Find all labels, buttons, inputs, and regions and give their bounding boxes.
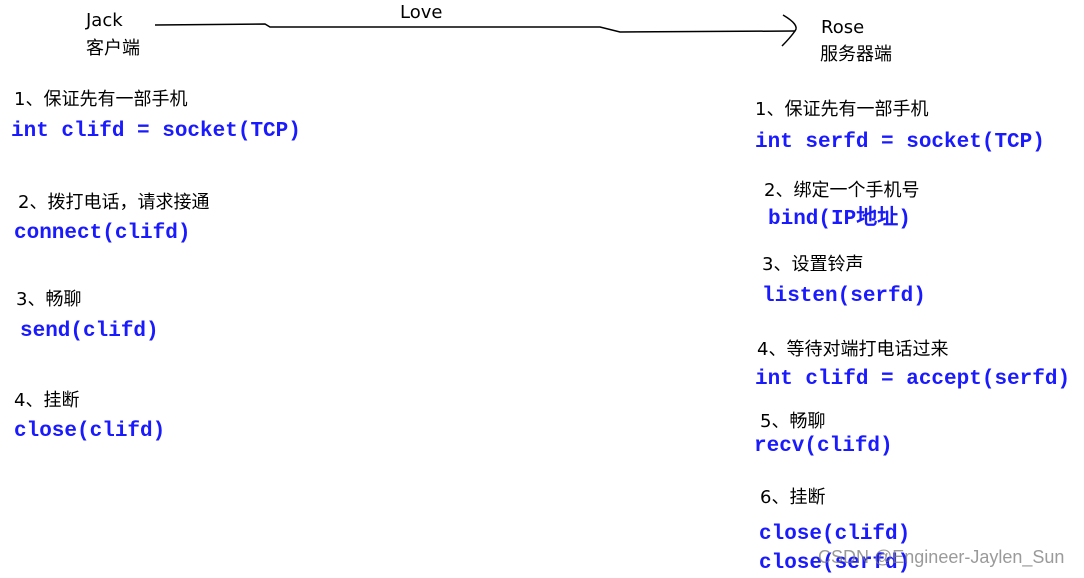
server-role: 服务器端 xyxy=(820,44,892,65)
server-step-3-code: listen(serfd) xyxy=(762,285,926,308)
client-step-3-label: 3、畅聊 xyxy=(16,289,82,310)
client-step-3-code: send(clifd) xyxy=(20,320,159,343)
client-role: 客户端 xyxy=(86,38,140,59)
client-step-4-code: close(clifd) xyxy=(14,420,166,443)
server-step-5-label: 5、畅聊 xyxy=(760,411,826,432)
server-step-6-label: 6、挂断 xyxy=(760,487,826,508)
server-step-2-code: bind(IP地址) xyxy=(768,208,911,231)
server-step-4-code: int clifd = accept(serfd) xyxy=(755,368,1071,391)
server-step-1-label: 1、保证先有一部手机 xyxy=(755,99,929,120)
client-step-4-label: 4、挂断 xyxy=(14,390,80,411)
client-step-1-label: 1、保证先有一部手机 xyxy=(14,89,188,110)
server-step-5-code: recv(clifd) xyxy=(754,435,893,458)
server-step-2-label: 2、绑定一个手机号 xyxy=(764,180,920,201)
arrow-line xyxy=(154,23,796,33)
server-step-3-label: 3、设置铃声 xyxy=(762,254,864,275)
watermark: CSDN @Engineer-Jaylen_Sun xyxy=(818,547,1065,567)
server-step-1-code: int serfd = socket(TCP) xyxy=(755,131,1045,154)
server-step-4-label: 4、等待对端打电话过来 xyxy=(757,339,949,360)
client-step-1-code: int clifd = socket(TCP) xyxy=(11,120,301,143)
arrow-label: Love xyxy=(400,2,443,23)
server-step-6-code: close(clifd) xyxy=(759,523,911,546)
client-step-2-label: 2、拨打电话，请求接通 xyxy=(18,192,210,213)
client-name: Jack xyxy=(86,10,123,31)
client-step-2-code: connect(clifd) xyxy=(14,222,191,245)
server-name: Rose xyxy=(821,17,865,38)
